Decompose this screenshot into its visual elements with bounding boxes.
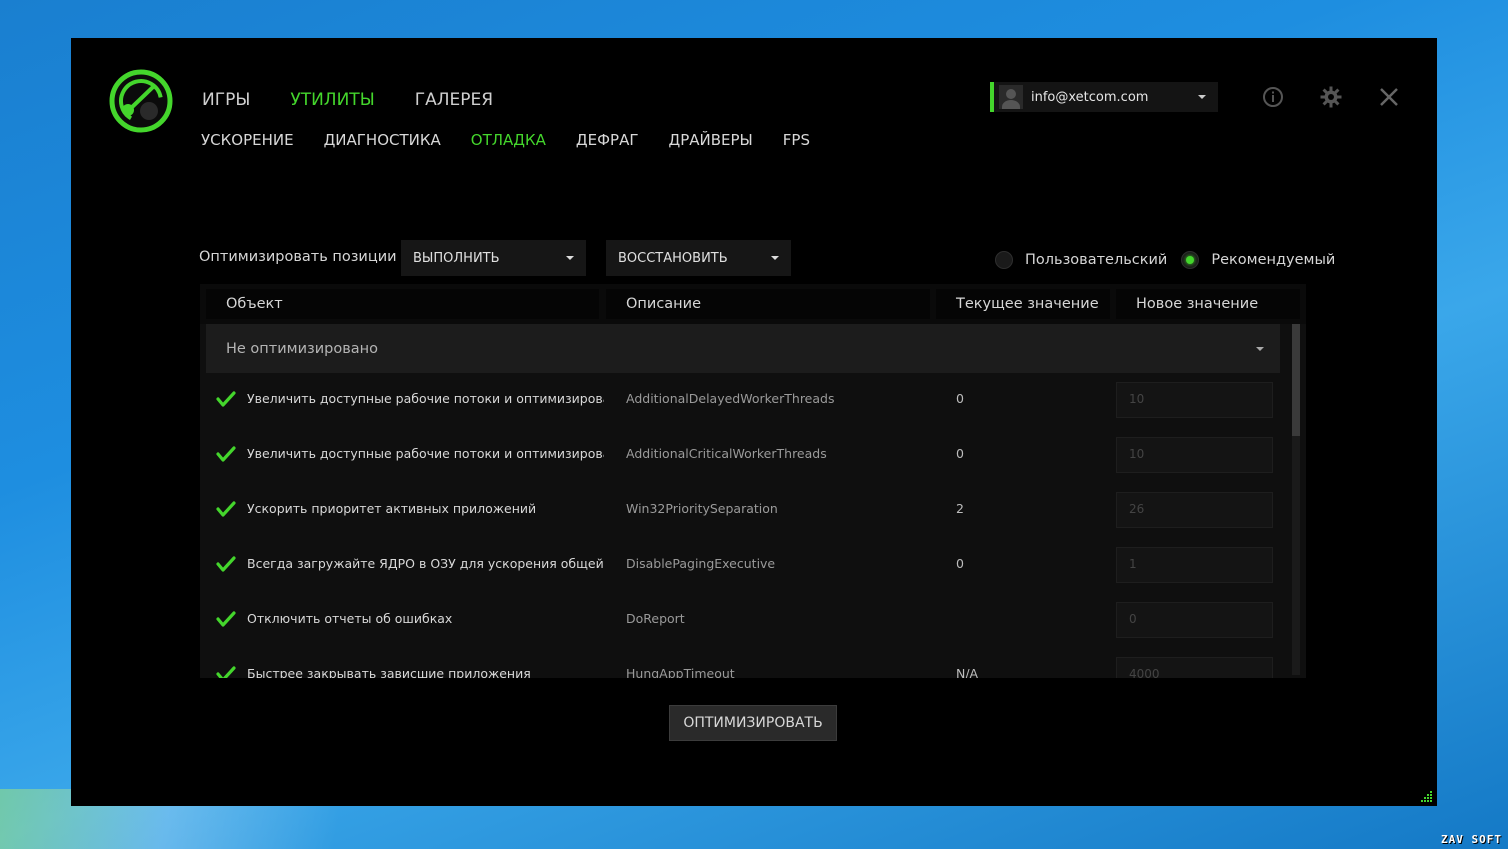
row-object: Быстрее закрывать зависшие приложения bbox=[247, 666, 531, 678]
optimization-table: Объект Описание Текущее значение Новое з… bbox=[200, 284, 1306, 678]
row-description: DisablePagingExecutive bbox=[626, 556, 776, 571]
column-header-description[interactable]: Описание bbox=[606, 289, 930, 319]
sub-tab-defrag[interactable]: ДЕФРАГ bbox=[576, 131, 639, 149]
row-description: AdditionalCriticalWorkerThreads bbox=[626, 446, 827, 461]
table-row[interactable]: Увеличить доступные рабочие потоки и опт… bbox=[200, 373, 1290, 428]
checkmark-icon[interactable] bbox=[216, 500, 236, 518]
chevron-down-icon bbox=[1256, 346, 1264, 351]
radio-recommended-label: Рекомендуемый bbox=[1211, 252, 1336, 268]
column-header-new[interactable]: Новое значение bbox=[1116, 289, 1300, 319]
optimize-items-label: Оптимизировать позиции bbox=[199, 249, 397, 265]
resize-grip-icon[interactable] bbox=[1421, 790, 1433, 802]
optimize-button[interactable]: ОПТИМИЗИРОВАТЬ bbox=[669, 705, 837, 741]
row-current-value: 0 bbox=[956, 446, 964, 461]
radio-custom[interactable] bbox=[995, 251, 1013, 269]
main-nav: ИГРЫ УТИЛИТЫ ГАЛЕРЕЯ bbox=[202, 90, 493, 110]
checkmark-icon[interactable] bbox=[216, 390, 236, 408]
row-object: Увеличить доступные рабочие потоки и опт… bbox=[247, 446, 604, 461]
close-icon[interactable] bbox=[1377, 85, 1401, 109]
radio-custom-label: Пользовательский bbox=[1025, 252, 1168, 268]
row-current-value: 0 bbox=[956, 556, 964, 571]
table-row[interactable]: Быстрее закрывать зависшие приложения Hu… bbox=[200, 648, 1290, 678]
row-current-value: 0 bbox=[956, 391, 964, 406]
row-description: DoReport bbox=[626, 611, 685, 626]
table-row[interactable]: Всегда загружайте ЯДРО в ОЗУ для ускорен… bbox=[200, 538, 1290, 593]
row-new-value-field[interactable]: 26 bbox=[1116, 492, 1273, 528]
sub-tab-debug[interactable]: ОТЛАДКА bbox=[471, 131, 546, 149]
main-tab-gallery[interactable]: ГАЛЕРЕЯ bbox=[415, 90, 493, 110]
group-not-optimized[interactable]: Не оптимизировано bbox=[206, 324, 1280, 373]
sub-tab-boost[interactable]: УСКОРЕНИЕ bbox=[201, 131, 294, 149]
row-new-value-field[interactable]: 10 bbox=[1116, 382, 1273, 418]
checkmark-icon[interactable] bbox=[216, 445, 236, 463]
run-dropdown[interactable]: ВЫПОЛНИТЬ bbox=[401, 240, 586, 276]
table-row[interactable]: Увеличить доступные рабочие потоки и опт… bbox=[200, 428, 1290, 483]
checkmark-icon[interactable] bbox=[216, 555, 236, 573]
speedometer-logo-icon[interactable] bbox=[109, 69, 173, 133]
group-label: Не оптимизировано bbox=[226, 340, 379, 357]
main-tab-games[interactable]: ИГРЫ bbox=[202, 90, 250, 110]
account-email: info@xetcom.com bbox=[1031, 89, 1149, 105]
row-object: Увеличить доступные рабочие потоки и опт… bbox=[247, 391, 604, 406]
scrollbar-thumb[interactable] bbox=[1292, 324, 1300, 436]
gear-icon[interactable] bbox=[1319, 85, 1343, 109]
chevron-down-icon bbox=[1198, 95, 1206, 99]
row-current-value: 2 bbox=[956, 501, 964, 516]
row-description: Win32PrioritySeparation bbox=[626, 501, 778, 516]
table-header: Объект Описание Текущее значение Новое з… bbox=[200, 284, 1306, 324]
watermark: ZAV SOFT bbox=[1441, 833, 1502, 846]
row-description: HungAppTimeout bbox=[626, 666, 735, 678]
table-scrollbar[interactable] bbox=[1292, 324, 1300, 675]
row-new-value-field[interactable]: 0 bbox=[1116, 602, 1273, 638]
row-current-value: N/A bbox=[956, 666, 979, 678]
sub-tab-fps[interactable]: FPS bbox=[783, 131, 810, 149]
radio-recommended[interactable] bbox=[1181, 251, 1200, 269]
table-rows: Увеличить доступные рабочие потоки и опт… bbox=[200, 373, 1290, 678]
row-object: Всегда загружайте ЯДРО в ОЗУ для ускорен… bbox=[247, 556, 604, 571]
mode-radio-group: Пользовательский Рекомендуемый bbox=[995, 251, 1349, 269]
table-row[interactable]: Отключить отчеты об ошибках DoReport 0 bbox=[200, 593, 1290, 648]
app-window: ИГРЫ УТИЛИТЫ ГАЛЕРЕЯ УСКОРЕНИЕ ДИАГНОСТИ… bbox=[71, 38, 1437, 806]
row-object: Отключить отчеты об ошибках bbox=[247, 611, 453, 626]
avatar bbox=[999, 85, 1023, 109]
row-object: Ускорить приоритет активных приложений bbox=[247, 501, 537, 516]
checkmark-icon[interactable] bbox=[216, 610, 236, 628]
restore-dropdown[interactable]: ВОССТАНОВИТЬ bbox=[606, 240, 791, 276]
sub-tab-diagnostics[interactable]: ДИАГНОСТИКА bbox=[324, 131, 441, 149]
restore-dropdown-label: ВОССТАНОВИТЬ bbox=[618, 250, 728, 266]
row-new-value-field[interactable]: 4000 bbox=[1116, 657, 1273, 678]
checkmark-icon[interactable] bbox=[216, 665, 236, 678]
column-header-object[interactable]: Объект bbox=[206, 289, 599, 319]
table-row[interactable]: Ускорить приоритет активных приложений W… bbox=[200, 483, 1290, 538]
chevron-down-icon bbox=[566, 256, 574, 260]
sub-tab-drivers[interactable]: ДРАЙВЕРЫ bbox=[669, 131, 753, 149]
chevron-down-icon bbox=[771, 256, 779, 260]
info-icon[interactable] bbox=[1261, 85, 1285, 109]
row-description: AdditionalDelayedWorkerThreads bbox=[626, 391, 835, 406]
row-new-value-field[interactable]: 10 bbox=[1116, 437, 1273, 473]
account-dropdown[interactable]: info@xetcom.com bbox=[990, 82, 1218, 112]
row-new-value-field[interactable]: 1 bbox=[1116, 547, 1273, 583]
sub-nav: УСКОРЕНИЕ ДИАГНОСТИКА ОТЛАДКА ДЕФРАГ ДРА… bbox=[201, 131, 810, 149]
main-tab-utilities[interactable]: УТИЛИТЫ bbox=[290, 90, 374, 110]
run-dropdown-label: ВЫПОЛНИТЬ bbox=[413, 250, 500, 266]
column-header-current[interactable]: Текущее значение bbox=[936, 289, 1110, 319]
